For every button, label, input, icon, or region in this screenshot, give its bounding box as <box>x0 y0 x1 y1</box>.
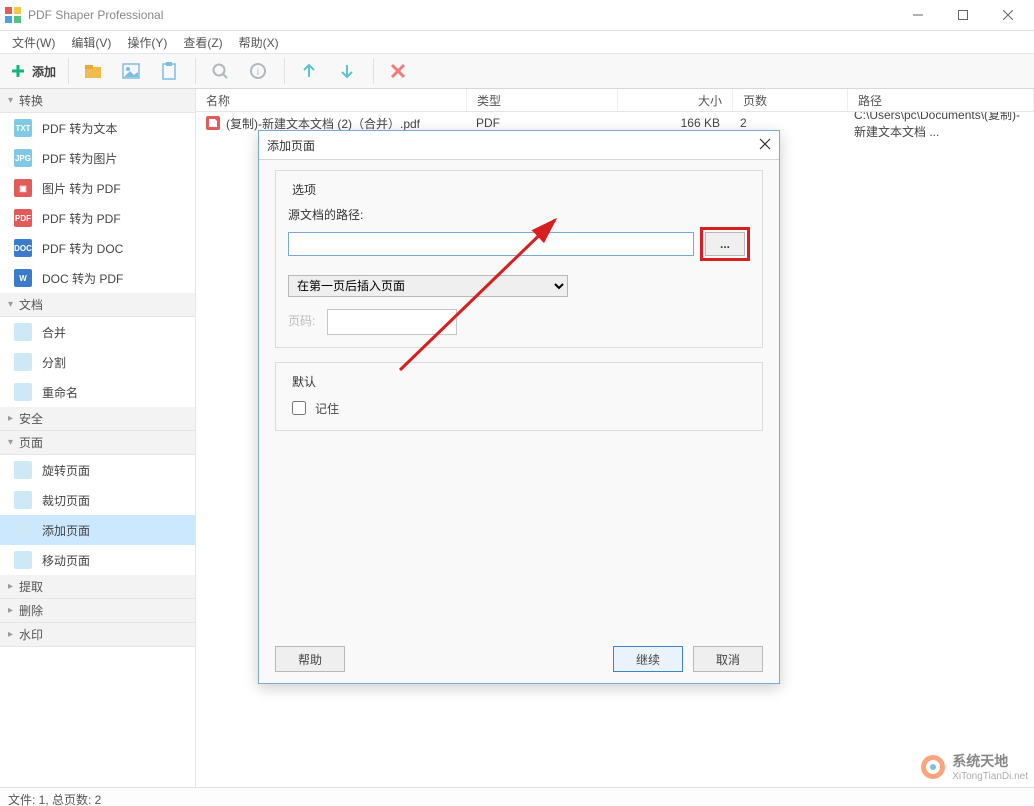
cancel-button[interactable]: 取消 <box>693 646 763 672</box>
dialog-close-button[interactable] <box>759 138 771 153</box>
browse-highlight: ... <box>700 227 750 261</box>
watermark-url: XiTongTianDi.net <box>952 771 1028 782</box>
dialog-title-bar: 添加页面 <box>259 131 779 160</box>
source-path-label: 源文档的路径: <box>288 206 750 223</box>
insert-mode-select[interactable]: 在第一页后插入页面 <box>288 275 568 297</box>
remember-checkbox-row[interactable]: 记住 <box>288 398 750 418</box>
options-group: 选项 源文档的路径: ... 在第一页后插入页面 页码: <box>275 170 763 348</box>
dialog-button-row: 帮助 继续 取消 <box>275 646 763 672</box>
continue-button[interactable]: 继续 <box>613 646 683 672</box>
add-page-dialog: 添加页面 选项 源文档的路径: ... 在第一页后插入页面 页码: <box>258 130 780 684</box>
remember-label: 记住 <box>315 400 339 417</box>
watermark-logo-icon <box>920 754 946 780</box>
remember-checkbox[interactable] <box>292 401 306 415</box>
watermark: 系统天地 XiTongTianDi.net <box>920 751 1028 782</box>
browse-button[interactable]: ... <box>705 232 745 256</box>
defaults-group: 默认 记住 <box>275 362 763 431</box>
page-number-label: 页码: <box>288 312 315 329</box>
watermark-brand: 系统天地 <box>952 751 1028 771</box>
dialog-body: 选项 源文档的路径: ... 在第一页后插入页面 页码: 默认 <box>259 160 779 684</box>
help-button[interactable]: 帮助 <box>275 646 345 672</box>
source-path-input[interactable] <box>288 232 694 256</box>
modal-overlay: 添加页面 选项 源文档的路径: ... 在第一页后插入页面 页码: <box>0 0 1034 806</box>
defaults-group-label: 默认 <box>288 373 320 390</box>
options-group-label: 选项 <box>288 181 320 198</box>
page-number-input <box>327 309 457 335</box>
dialog-title: 添加页面 <box>267 137 315 154</box>
